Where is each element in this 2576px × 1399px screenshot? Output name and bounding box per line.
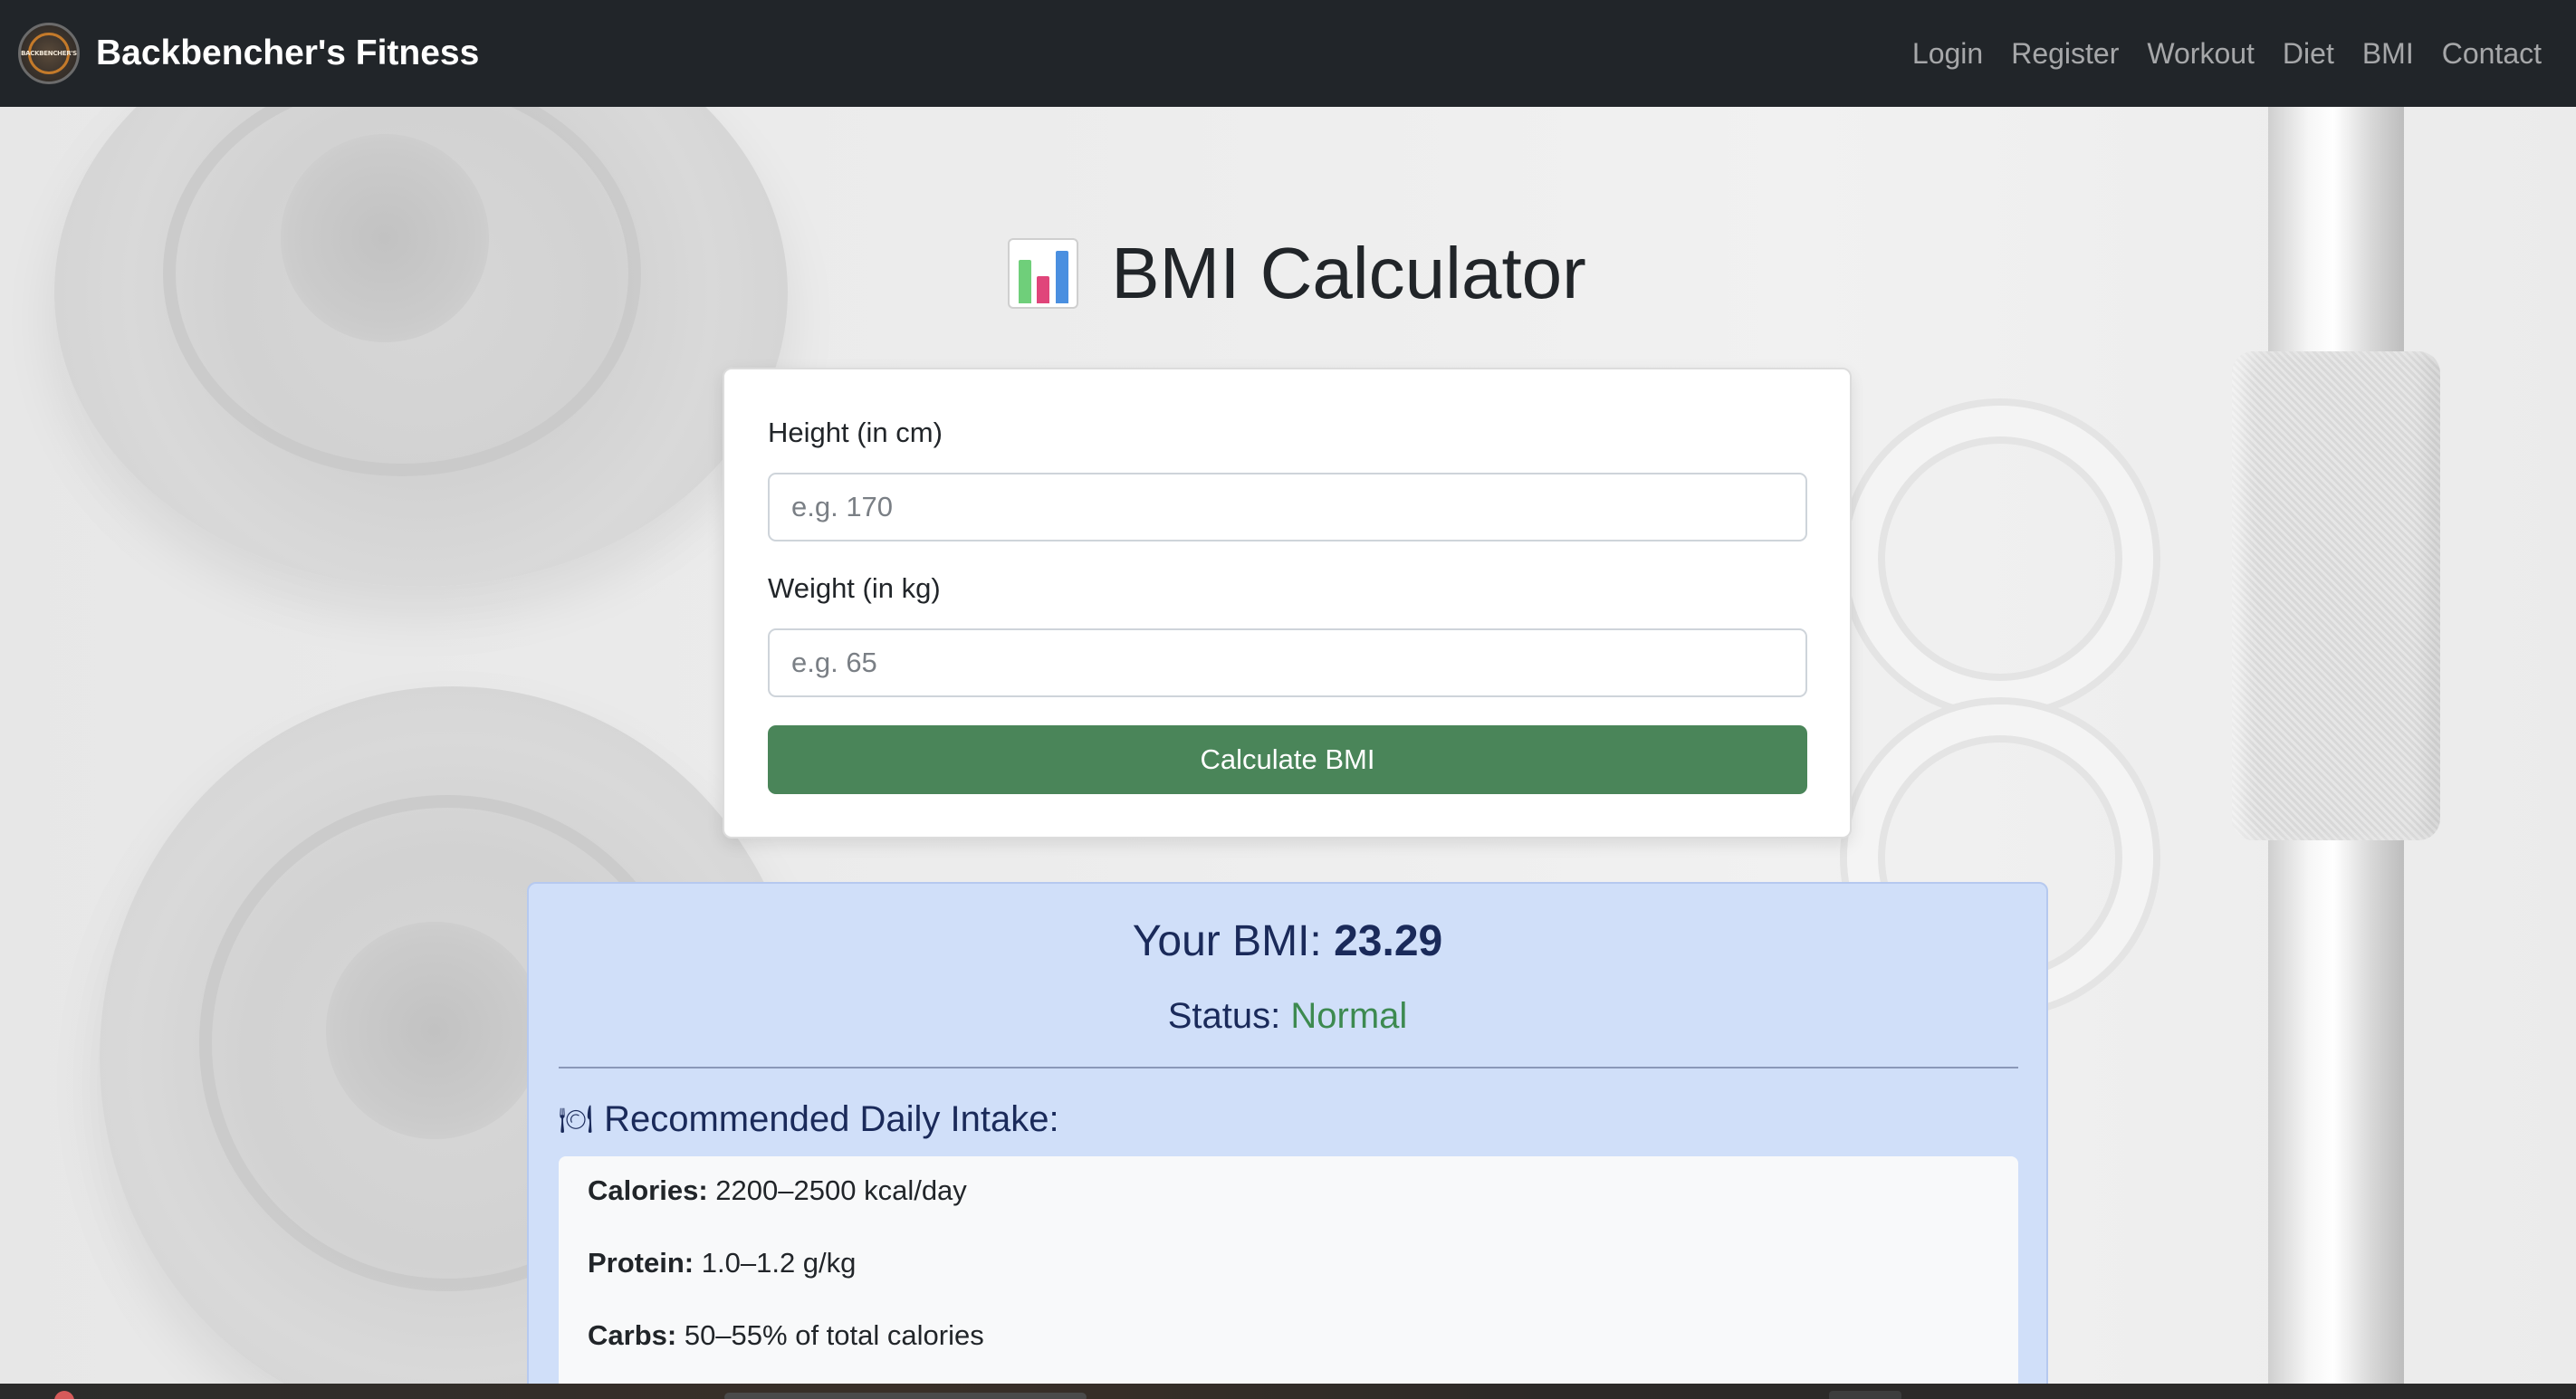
taskbar-item[interactable] xyxy=(1829,1391,1901,1399)
page-title: BMI Calculator xyxy=(9,237,2576,310)
calculate-bmi-button[interactable]: Calculate BMI xyxy=(768,725,1807,794)
intake-heading: 🍽 Recommended Daily Intake: xyxy=(559,1099,1059,1140)
intake-heading-text: Recommended Daily Intake: xyxy=(604,1099,1059,1139)
nav-link-contact[interactable]: Contact xyxy=(2442,37,2542,71)
weight-label: Weight (in kg) xyxy=(768,572,941,604)
nav-link-login[interactable]: Login xyxy=(1912,37,1983,71)
intake-item-value: 1.0–1.2 g/kg xyxy=(701,1247,857,1279)
taskbar-search[interactable] xyxy=(724,1393,1087,1399)
navbar: BACKBENCHER'S Backbencher's Fitness Logi… xyxy=(0,0,2576,107)
status-label: Status: xyxy=(1167,996,1281,1036)
height-label: Height (in cm) xyxy=(768,417,943,448)
os-taskbar xyxy=(0,1384,2576,1399)
intake-list: Calories: 2200–2500 kcal/day Protein: 1.… xyxy=(559,1156,2018,1399)
nav-links: Login Register Workout Diet BMI Contact xyxy=(1912,37,2542,71)
bmi-result-card: Your BMI: 23.29 Status: Normal 🍽 Recomme… xyxy=(527,882,2048,1399)
status-value: Normal xyxy=(1290,996,1408,1036)
brand-name: Backbencher's Fitness xyxy=(96,34,480,72)
brand-logo-text: BACKBENCHER'S xyxy=(21,33,77,74)
bmi-label: Your BMI: xyxy=(1132,917,1322,965)
taskbar-app-icon[interactable] xyxy=(54,1391,74,1399)
intake-item-calories: Calories: 2200–2500 kcal/day xyxy=(588,1174,967,1207)
intake-item-carbs: Carbs: 50–55% of total calories xyxy=(588,1319,984,1352)
intake-item-label: Carbs: xyxy=(588,1319,677,1351)
bar-chart-icon xyxy=(1008,238,1079,309)
brand-link[interactable]: BACKBENCHER'S Backbencher's Fitness xyxy=(18,23,479,84)
plate-cutlery-icon: 🍽 xyxy=(559,1104,594,1135)
brand-logo: BACKBENCHER'S xyxy=(18,23,80,84)
intake-item-protein: Protein: 1.0–1.2 g/kg xyxy=(588,1247,856,1279)
collar-gear-top xyxy=(1847,406,2153,712)
bmi-result: Your BMI: 23.29 xyxy=(529,916,2046,966)
weight-input[interactable] xyxy=(768,628,1807,697)
nav-link-bmi[interactable]: BMI xyxy=(2362,37,2414,71)
nav-link-register[interactable]: Register xyxy=(2011,37,2119,71)
intake-item-label: Calories: xyxy=(588,1174,708,1206)
bmi-value: 23.29 xyxy=(1334,917,1443,965)
intake-item-value: 2200–2500 kcal/day xyxy=(715,1174,967,1206)
nav-link-diet[interactable]: Diet xyxy=(2283,37,2334,71)
bmi-form-card: Height (in cm) Weight (in kg) Calculate … xyxy=(723,368,1852,838)
intake-item-label: Protein: xyxy=(588,1247,694,1279)
result-divider xyxy=(559,1067,2018,1068)
weight-plate-top xyxy=(54,107,788,587)
bmi-status: Status: Normal xyxy=(529,996,2046,1037)
height-input[interactable] xyxy=(768,473,1807,541)
page-title-text: BMI Calculator xyxy=(1111,233,1586,313)
intake-item-value: 50–55% of total calories xyxy=(684,1319,984,1351)
nav-link-workout[interactable]: Workout xyxy=(2147,37,2255,71)
